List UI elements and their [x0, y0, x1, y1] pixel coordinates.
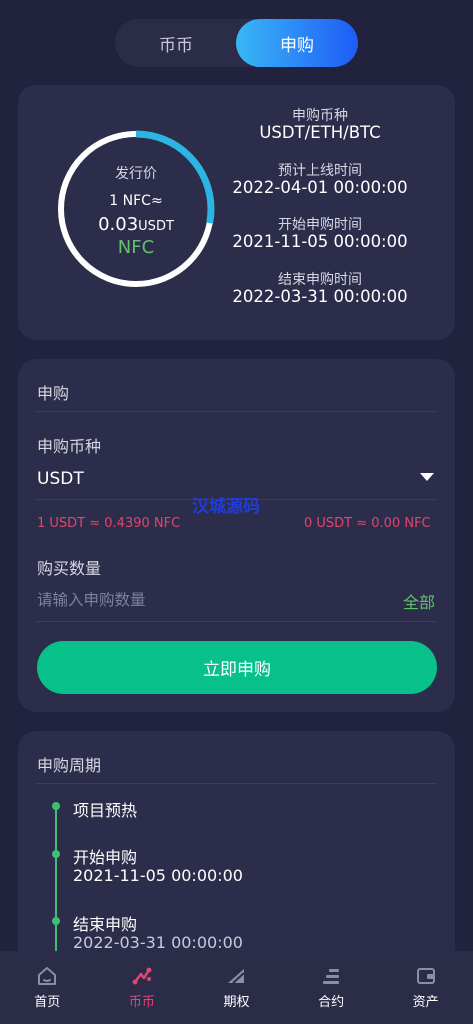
mode-toggle: 币币 申购: [115, 19, 358, 67]
nav-item-label: 合约: [318, 995, 345, 1010]
amount-field-label: 购买数量: [37, 559, 102, 578]
start-time-value: 2021-11-05 00:00:00: [232, 232, 408, 251]
exchange-icon: [132, 967, 152, 985]
issue-price-coin: NFC: [117, 237, 155, 258]
tab-spot-label: 币币: [159, 35, 193, 56]
home-icon: [38, 967, 57, 985]
timeline-step-name: 结束申购: [73, 915, 138, 934]
timeline-dot: [52, 850, 60, 858]
issue-price-title: 发行价: [115, 166, 157, 182]
rate-right: 0 USDT ≈ 0.00 NFC: [304, 516, 431, 531]
amount-input[interactable]: [37, 589, 367, 611]
listing-time-value: 2022-04-01 00:00:00: [232, 178, 408, 197]
end-time-value: 2022-03-31 00:00:00: [232, 287, 408, 306]
listing-time-label: 预计上线时间: [278, 163, 362, 179]
timeline-step-name: 开始申购: [73, 848, 138, 867]
currency-select[interactable]: USDT: [36, 463, 436, 495]
issue-price-unit: USDT: [138, 219, 174, 234]
subscribe-now-button[interactable]: 立即申购: [37, 641, 437, 694]
nav-item-label: 资产: [412, 995, 439, 1010]
currency-label: 申购币种: [292, 108, 348, 124]
all-amount-button[interactable]: 全部: [403, 589, 435, 613]
bottom-nav: 首页 币币 期权 合约 资产: [0, 951, 473, 1024]
timeline-dot: [52, 917, 60, 925]
subscribe-title: 申购: [37, 384, 70, 403]
nav-item-spot[interactable]: 币币: [95, 951, 190, 1024]
timeline-step-time: 2021-11-05 00:00:00: [73, 866, 243, 885]
timeline-step-name: 项目预热: [73, 801, 138, 820]
divider: [36, 783, 436, 784]
issue-price-amount: 0.03: [98, 214, 139, 235]
nav-item-contract[interactable]: 合约: [284, 951, 379, 1024]
currency-value: USDT/ETH/BTC: [259, 123, 381, 142]
divider: [36, 621, 436, 622]
nav-item-label: 币币: [128, 995, 155, 1010]
chevron-down-icon: [420, 473, 434, 481]
wallet-icon: [416, 968, 435, 984]
end-time-label: 结束申购时间: [278, 272, 362, 288]
period-title: 申购周期: [37, 756, 102, 775]
token-info-card: 发行价 1 NFC≈ 0.03USDT NFC 申购币种 USDT/ETH/BT…: [18, 85, 455, 340]
tab-spot[interactable]: 币币: [115, 19, 237, 67]
timeline-step-time: 2022-03-31 00:00:00: [73, 933, 243, 952]
subscribe-form-card: 申购 申购币种 USDT 1 USDT ≈ 0.4390 NFC 0 USDT …: [18, 359, 455, 712]
nav-item-label: 首页: [34, 995, 61, 1010]
issue-price-ring: [57, 130, 215, 288]
rate-left: 1 USDT ≈ 0.4390 NFC: [37, 516, 181, 531]
issue-price-value: 0.03USDT: [56, 214, 216, 235]
nav-item-assets[interactable]: 资产: [378, 951, 473, 1024]
nav-item-home[interactable]: 首页: [0, 951, 95, 1024]
currency-select-value: USDT: [37, 469, 84, 489]
tab-subscription-label: 申购: [280, 35, 314, 56]
issue-price-rate: 1 NFC≈: [109, 193, 163, 209]
nav-item-options[interactable]: 期权: [189, 951, 284, 1024]
timeline-dot: [52, 802, 60, 810]
watermark: 汉城源码: [192, 497, 260, 517]
options-icon: [228, 969, 246, 984]
nav-item-label: 期权: [223, 995, 250, 1010]
contract-icon: [323, 969, 340, 984]
tab-subscription[interactable]: 申购: [236, 19, 358, 67]
currency-field-label: 申购币种: [37, 437, 102, 456]
divider: [36, 411, 436, 412]
start-time-label: 开始申购时间: [278, 217, 362, 233]
